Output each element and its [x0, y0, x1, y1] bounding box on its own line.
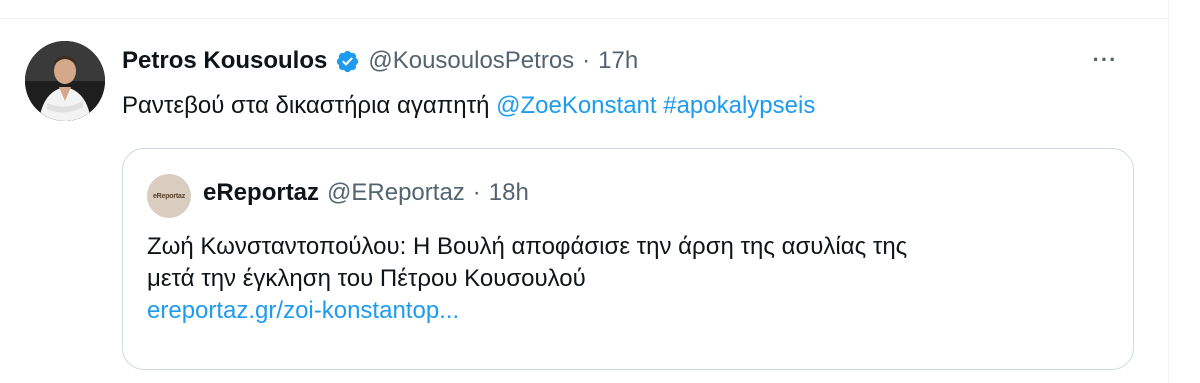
quoted-tweet-header: eReportaz @EReportaz · 18h [203, 179, 529, 207]
ereportaz-logo: eReportaz [152, 192, 186, 200]
tweet-timestamp[interactable]: 17h [598, 47, 638, 75]
quoted-tweet-text: Ζωή Κωνσταντοπούλου: Η Βουλή αποφάσισε τ… [147, 231, 1107, 327]
quoted-text-line: Ζωή Κωνσταντοπούλου: Η Βουλή αποφάσισε τ… [147, 233, 908, 260]
timeline-border [1168, 0, 1169, 383]
separator-dot: · [582, 47, 591, 74]
quoted-article-link[interactable]: ereportaz.gr/zoi-konstantop... [147, 295, 1107, 327]
author-avatar[interactable] [25, 41, 105, 121]
tweet-text-body: Ραντεβού στα δικαστήρια αγαπητή [122, 92, 497, 119]
quoted-tweet-timestamp[interactable]: 18h [489, 179, 529, 207]
more-options-icon[interactable]: ··· [1088, 46, 1122, 74]
quoted-author-name[interactable]: eReportaz [203, 179, 319, 207]
verified-badge-icon[interactable] [335, 49, 360, 74]
quoted-author-handle[interactable]: @EReportaz [327, 179, 465, 207]
quoted-text-line: μετά την έγκληση του Πέτρου Κουσουλού [147, 265, 586, 292]
author-name[interactable]: Petros Kousoulos [122, 47, 327, 75]
separator-dot: · [472, 179, 481, 206]
tweet-text: Ραντεβού στα δικαστήρια αγαπητή @ZoeKons… [122, 90, 815, 122]
mention-link[interactable]: @ZoeKonstant [496, 92, 656, 119]
tweet-card: Petros Kousoulos @KousoulosPetros · 17h … [0, 0, 1200, 383]
author-handle[interactable]: @KousoulosPetros [368, 47, 574, 75]
quoted-author-avatar[interactable]: eReportaz [147, 174, 191, 218]
top-divider [0, 18, 1168, 19]
hashtag-link[interactable]: #apokalypseis [663, 92, 815, 119]
quoted-tweet[interactable]: eReportaz eReportaz @EReportaz · 18h Ζωή… [122, 148, 1134, 370]
tweet-header: Petros Kousoulos @KousoulosPetros · 17h [122, 44, 638, 78]
